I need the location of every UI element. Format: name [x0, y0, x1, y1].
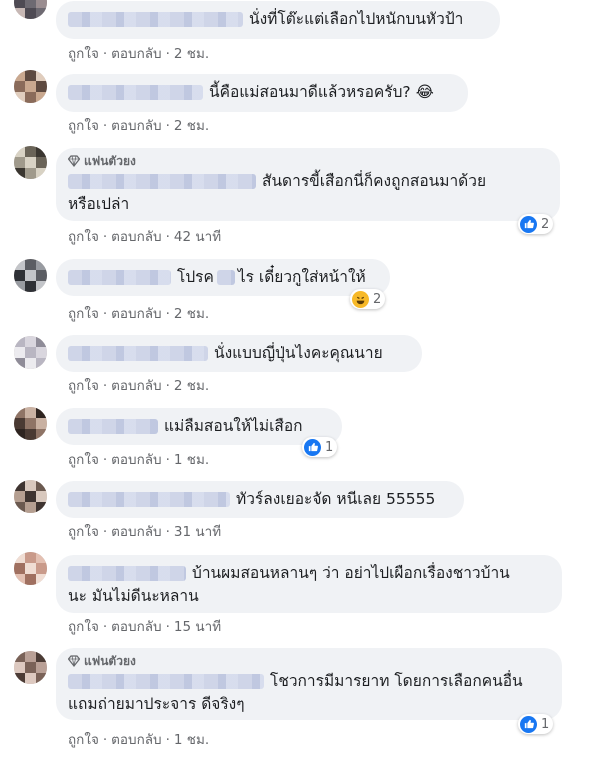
blurred-name [68, 85, 203, 100]
timestamp[interactable]: 2 ชม. [174, 118, 209, 134]
like-link[interactable]: ถูกใจ [68, 452, 99, 468]
reaction-summary[interactable]: 2 [518, 214, 554, 234]
censored-text [216, 270, 235, 285]
comment-bubble: แม่ลืมสอนให้ไม่เสือก [56, 408, 342, 445]
badge-label: แฟนตัวยง [84, 654, 136, 668]
like-link[interactable]: ถูกใจ [68, 524, 99, 540]
timestamp[interactable]: 1 ชม. [174, 732, 209, 748]
like-link[interactable]: ถูกใจ [68, 118, 99, 134]
comment-bubble: นี้คือแม่สอนมาดีแล้วหรอครับ? 😂 [56, 74, 468, 112]
comment-text: ทัวร์ลงเยอะจัด หนีเลย 55555 [236, 490, 436, 508]
comment-bubble: ทัวร์ลงเยอะจัด หนีเลย 55555 [56, 481, 464, 518]
timestamp[interactable]: 1 ชม. [174, 452, 209, 468]
comment-text: นี้คือแม่สอนมาดีแล้วหรอครับ? [209, 83, 411, 101]
blurred-name [68, 566, 186, 581]
fan-badge: แฟนตัวยง [68, 652, 550, 670]
like-link[interactable]: ถูกใจ [68, 229, 99, 245]
timestamp[interactable]: 2 ชม. [174, 306, 209, 322]
blurred-name [68, 12, 243, 27]
comment-text: หรือเปล่า [68, 195, 130, 213]
comment-bubble: บ้านผมสอนหลานๆ ว่า อย่าไปเผือกเรื่องชาวบ… [56, 555, 562, 613]
like-reaction-icon [520, 715, 537, 733]
comment-actions: ถูกใจ · ตอบกลับ · 2 ชม. [68, 378, 210, 394]
comment-text: โชวการมีมารยาท โดยการเลือกคนอื่น [270, 672, 523, 690]
comment-text: โปรค [177, 268, 214, 286]
haha-reaction-icon [352, 290, 369, 308]
reply-link[interactable]: ตอบกลับ [111, 732, 161, 748]
comment-text: แม่ลืมสอนให้ไม่เสือก [164, 417, 303, 435]
blurred-name [68, 674, 264, 689]
reply-link[interactable]: ตอบกลับ [111, 229, 161, 245]
comment-bubble: นั่งแบบญี่ปุ่นไงคะคุณนาย [56, 335, 422, 372]
blurred-name [68, 270, 171, 285]
comment-actions: ถูกใจ · ตอบกลับ · 15 นาที [68, 619, 222, 635]
reply-link[interactable]: ตอบกลับ [111, 524, 161, 540]
reply-link[interactable]: ตอบกลับ [111, 619, 161, 635]
like-link[interactable]: ถูกใจ [68, 732, 99, 748]
avatar[interactable] [14, 407, 47, 440]
blurred-name [68, 419, 158, 434]
comment-text: บ้านผมสอนหลานๆ ว่า อย่าไปเผือกเรื่องชาวบ… [192, 564, 510, 582]
reply-link[interactable]: ตอบกลับ [111, 452, 161, 468]
blurred-name [68, 492, 230, 507]
comment-text: สันดารขี้เสือกนี่ก็คงถูกสอนมาด้วย [262, 172, 487, 190]
diamond-icon [68, 155, 80, 167]
reaction-count: 1 [541, 716, 550, 732]
avatar[interactable] [14, 336, 47, 369]
reaction-count: 2 [541, 216, 550, 232]
comment-actions: ถูกใจ · ตอบกลับ · 1 ชม. [68, 732, 210, 748]
avatar[interactable] [14, 0, 47, 19]
comment-actions: ถูกใจ · ตอบกลับ · 31 นาที [68, 524, 222, 540]
reaction-summary[interactable]: 1 [302, 437, 338, 457]
avatar[interactable] [14, 146, 47, 179]
comment-actions: ถูกใจ · ตอบกลับ · 2 ชม. [68, 306, 210, 322]
reaction-count: 2 [373, 291, 382, 307]
comment-actions: ถูกใจ · ตอบกลับ · 2 ชม. [68, 118, 210, 134]
comment-text: แถมถ่ายมาประจาร ดีจริงๆ [68, 695, 245, 713]
comment-actions: ถูกใจ · ตอบกลับ · 42 นาที [68, 229, 222, 245]
badge-label: แฟนตัวยง [84, 154, 136, 168]
comment-text: นั่งที่โต๊ะแต่เลือกไปหนักบนหัวป้า [249, 10, 464, 28]
avatar[interactable] [14, 480, 47, 513]
comment-bubble: แฟนตัวยง โชวการมีมารยาท โดยการเลือกคนอื่… [56, 648, 562, 720]
avatar[interactable] [14, 259, 47, 292]
reply-link[interactable]: ตอบกลับ [111, 378, 161, 394]
comment-actions: ถูกใจ · ตอบกลับ · 2 ชม. [68, 46, 210, 62]
like-link[interactable]: ถูกใจ [68, 306, 99, 322]
reaction-summary[interactable]: 2 [350, 289, 386, 309]
like-link[interactable]: ถูกใจ [68, 619, 99, 635]
reaction-summary[interactable]: 1 [518, 714, 554, 734]
fan-badge: แฟนตัวยง [68, 152, 548, 170]
timestamp[interactable]: 31 นาที [174, 524, 221, 540]
comment-text: นะ มันไม่ดีนะหลาน [68, 587, 199, 605]
like-link[interactable]: ถูกใจ [68, 378, 99, 394]
reaction-count: 1 [325, 439, 334, 455]
avatar[interactable] [14, 70, 47, 103]
reply-link[interactable]: ตอบกลับ [111, 46, 161, 62]
like-reaction-icon [520, 215, 537, 233]
timestamp[interactable]: 15 นาที [174, 619, 221, 635]
timestamp[interactable]: 2 ชม. [174, 46, 209, 62]
laugh-emoji: 😂 [415, 83, 434, 101]
comment-bubble: โปรค ไร เดี๋ยวกูใส่หน้าให้ [56, 259, 390, 296]
comment-actions: ถูกใจ · ตอบกลับ · 1 ชม. [68, 452, 210, 468]
comment-text: นั่งแบบญี่ปุ่นไงคะคุณนาย [214, 344, 383, 362]
avatar[interactable] [14, 651, 47, 684]
comment-bubble: นั่งที่โต๊ะแต่เลือกไปหนักบนหัวป้า [56, 1, 500, 39]
avatar[interactable] [14, 552, 47, 585]
reply-link[interactable]: ตอบกลับ [111, 118, 161, 134]
timestamp[interactable]: 42 นาที [174, 229, 221, 245]
comment-bubble: แฟนตัวยง สันดารขี้เสือกนี่ก็คงถูกสอนมาด้… [56, 148, 560, 221]
timestamp[interactable]: 2 ชม. [174, 378, 209, 394]
blurred-name [68, 346, 208, 361]
reply-link[interactable]: ตอบกลับ [111, 306, 161, 322]
diamond-icon [68, 655, 80, 667]
like-link[interactable]: ถูกใจ [68, 46, 99, 62]
like-reaction-icon [304, 438, 321, 456]
comment-text: ไร เดี๋ยวกูใส่หน้าให้ [237, 268, 366, 286]
blurred-name [68, 174, 256, 189]
